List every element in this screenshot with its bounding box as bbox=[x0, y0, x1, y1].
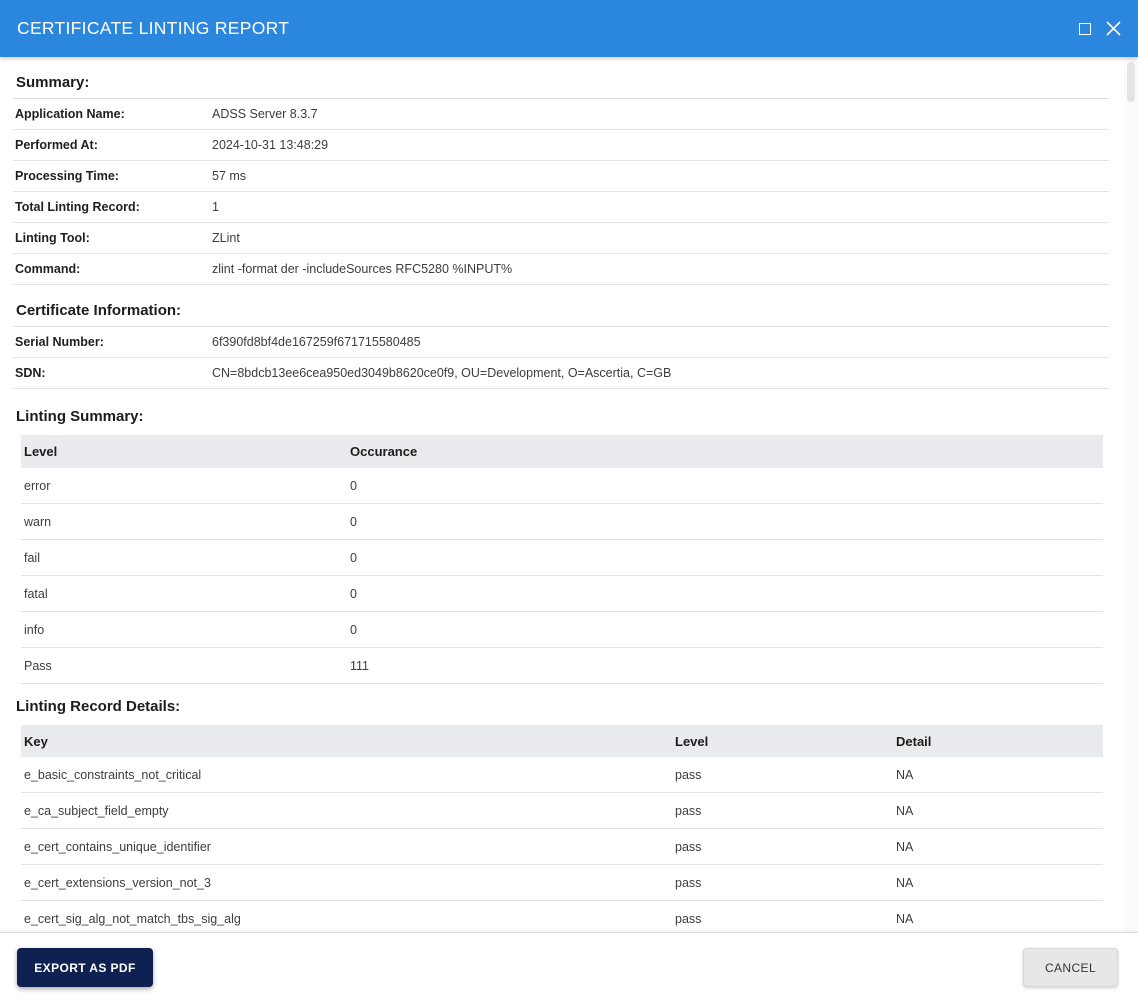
key-cell: e_ca_subject_field_empty bbox=[24, 803, 169, 818]
field-value: 2024-10-31 13:48:29 bbox=[212, 138, 329, 152]
linting-record-details-heading: Linting Record Details: bbox=[16, 698, 181, 715]
level-cell: warn bbox=[24, 514, 52, 529]
summary-row: Performed At: 2024-10-31 13:48:29 bbox=[13, 130, 1109, 161]
level-cell: Pass bbox=[24, 658, 52, 673]
field-label: Serial Number: bbox=[15, 335, 104, 349]
table-row: e_cert_sig_alg_not_match_tbs_sig_alg pas… bbox=[21, 901, 1103, 932]
dialog-header: CERTIFICATE LINTING REPORT bbox=[0, 0, 1138, 57]
summary-row: Processing Time: 57 ms bbox=[13, 161, 1109, 192]
occurance-cell: 0 bbox=[350, 514, 357, 529]
field-value: ZLint bbox=[212, 231, 240, 245]
key-cell: e_cert_extensions_version_not_3 bbox=[24, 875, 211, 890]
occurance-cell: 0 bbox=[350, 622, 357, 637]
level-cell: pass bbox=[675, 875, 702, 890]
field-label: Performed At: bbox=[15, 138, 98, 152]
field-label: Application Name: bbox=[15, 107, 125, 121]
field-value: 6f390fd8bf4de167259f671715580485 bbox=[212, 335, 421, 349]
scrollbar-thumb[interactable] bbox=[1127, 62, 1135, 102]
linting-record-details-section: Linting Record Details: Key Level Detail… bbox=[0, 684, 1124, 932]
window-controls bbox=[1079, 20, 1122, 37]
level-cell: pass bbox=[675, 803, 702, 818]
table-row: info 0 bbox=[21, 612, 1103, 648]
occurance-cell: 0 bbox=[350, 550, 357, 565]
table-row: warn 0 bbox=[21, 504, 1103, 540]
column-header-level: Level bbox=[24, 444, 58, 459]
export-as-pdf-button[interactable]: EXPORT AS PDF bbox=[17, 948, 153, 987]
column-header-level: Level bbox=[675, 733, 709, 749]
certificate-information-section: Certificate Information: Serial Number: … bbox=[13, 285, 1109, 389]
detail-cell: NA bbox=[896, 803, 914, 818]
certificate-info-row: Serial Number: 6f390fd8bf4de167259f67171… bbox=[13, 327, 1109, 358]
summary-row: Total Linting Record: 1 bbox=[13, 192, 1109, 223]
key-cell: e_cert_contains_unique_identifier bbox=[24, 839, 211, 854]
field-value: 1 bbox=[212, 200, 219, 214]
level-cell: info bbox=[24, 622, 45, 637]
dialog-body: Summary: Application Name: ADSS Server 8… bbox=[0, 57, 1124, 932]
summary-row: Application Name: ADSS Server 8.3.7 bbox=[13, 99, 1109, 130]
key-cell: e_basic_constraints_not_critical bbox=[24, 767, 202, 782]
field-label: Processing Time: bbox=[15, 169, 119, 183]
occurance-cell: 111 bbox=[350, 658, 370, 673]
field-value: 57 ms bbox=[212, 169, 247, 183]
table-row: e_basic_constraints_not_critical pass NA bbox=[21, 757, 1103, 793]
level-cell: error bbox=[24, 478, 51, 493]
field-value: zlint -format der -includeSources RFC528… bbox=[212, 262, 513, 276]
level-cell: pass bbox=[675, 767, 702, 782]
maximize-icon[interactable] bbox=[1079, 22, 1091, 35]
level-cell: fatal bbox=[24, 586, 48, 601]
table-row: e_cert_extensions_version_not_3 pass NA bbox=[21, 865, 1103, 901]
table-header-row: Level Occurance bbox=[21, 435, 1103, 468]
detail-cell: NA bbox=[896, 875, 914, 890]
table-row: Pass 111 bbox=[21, 648, 1103, 684]
table-row: e_cert_contains_unique_identifier pass N… bbox=[21, 829, 1103, 865]
linting-summary-section: Linting Summary: Level Occurance error 0… bbox=[0, 389, 1124, 684]
summary-row: Command: zlint -format der -includeSourc… bbox=[13, 254, 1109, 285]
occurance-cell: 0 bbox=[350, 586, 357, 601]
column-header-detail: Detail bbox=[896, 733, 932, 749]
table-row: error 0 bbox=[21, 468, 1103, 504]
table-row: e_ca_subject_field_empty pass NA bbox=[21, 793, 1103, 829]
linting-summary-table: Level Occurance error 0 warn 0 fail 0 fa… bbox=[21, 435, 1103, 684]
close-icon[interactable] bbox=[1105, 20, 1122, 37]
field-value: CN=8bdcb13ee6cea950ed3049b8620ce0f9, OU=… bbox=[212, 366, 672, 380]
dialog-title: CERTIFICATE LINTING REPORT bbox=[17, 18, 290, 38]
summary-section: Summary: Application Name: ADSS Server 8… bbox=[13, 57, 1109, 285]
dialog-footer: EXPORT AS PDF CANCEL bbox=[0, 932, 1138, 1005]
linting-record-details-table: Key Level Detail e_basic_constraints_not… bbox=[21, 725, 1103, 932]
column-header-occurance: Occurance bbox=[350, 444, 418, 459]
cancel-button[interactable]: CANCEL bbox=[1023, 948, 1118, 987]
certificate-linting-report-dialog: CERTIFICATE LINTING REPORT Summary: Appl… bbox=[0, 0, 1138, 1005]
detail-cell: NA bbox=[896, 839, 914, 854]
certificate-information-heading: Certificate Information: bbox=[13, 285, 1109, 327]
table-row: fatal 0 bbox=[21, 576, 1103, 612]
field-label: Total Linting Record: bbox=[15, 200, 140, 214]
table-row: fail 0 bbox=[21, 540, 1103, 576]
level-cell: pass bbox=[675, 839, 702, 854]
level-cell: fail bbox=[24, 550, 40, 565]
key-cell: e_cert_sig_alg_not_match_tbs_sig_alg bbox=[24, 911, 241, 926]
linting-summary-heading: Linting Summary: bbox=[16, 408, 144, 425]
field-label: SDN: bbox=[15, 366, 46, 380]
summary-row: Linting Tool: ZLint bbox=[13, 223, 1109, 254]
column-header-key: Key bbox=[24, 733, 48, 749]
detail-cell: NA bbox=[896, 911, 914, 926]
level-cell: pass bbox=[675, 911, 702, 926]
certificate-info-row: SDN: CN=8bdcb13ee6cea950ed3049b8620ce0f9… bbox=[13, 358, 1109, 389]
detail-cell: NA bbox=[896, 767, 914, 782]
field-label: Command: bbox=[15, 262, 81, 276]
summary-heading: Summary: bbox=[13, 57, 1109, 99]
field-value: ADSS Server 8.3.7 bbox=[212, 107, 318, 121]
vertical-scrollbar[interactable] bbox=[1124, 57, 1138, 932]
occurance-cell: 0 bbox=[350, 478, 357, 493]
field-label: Linting Tool: bbox=[15, 231, 90, 245]
table-header-row: Key Level Detail bbox=[21, 725, 1103, 757]
